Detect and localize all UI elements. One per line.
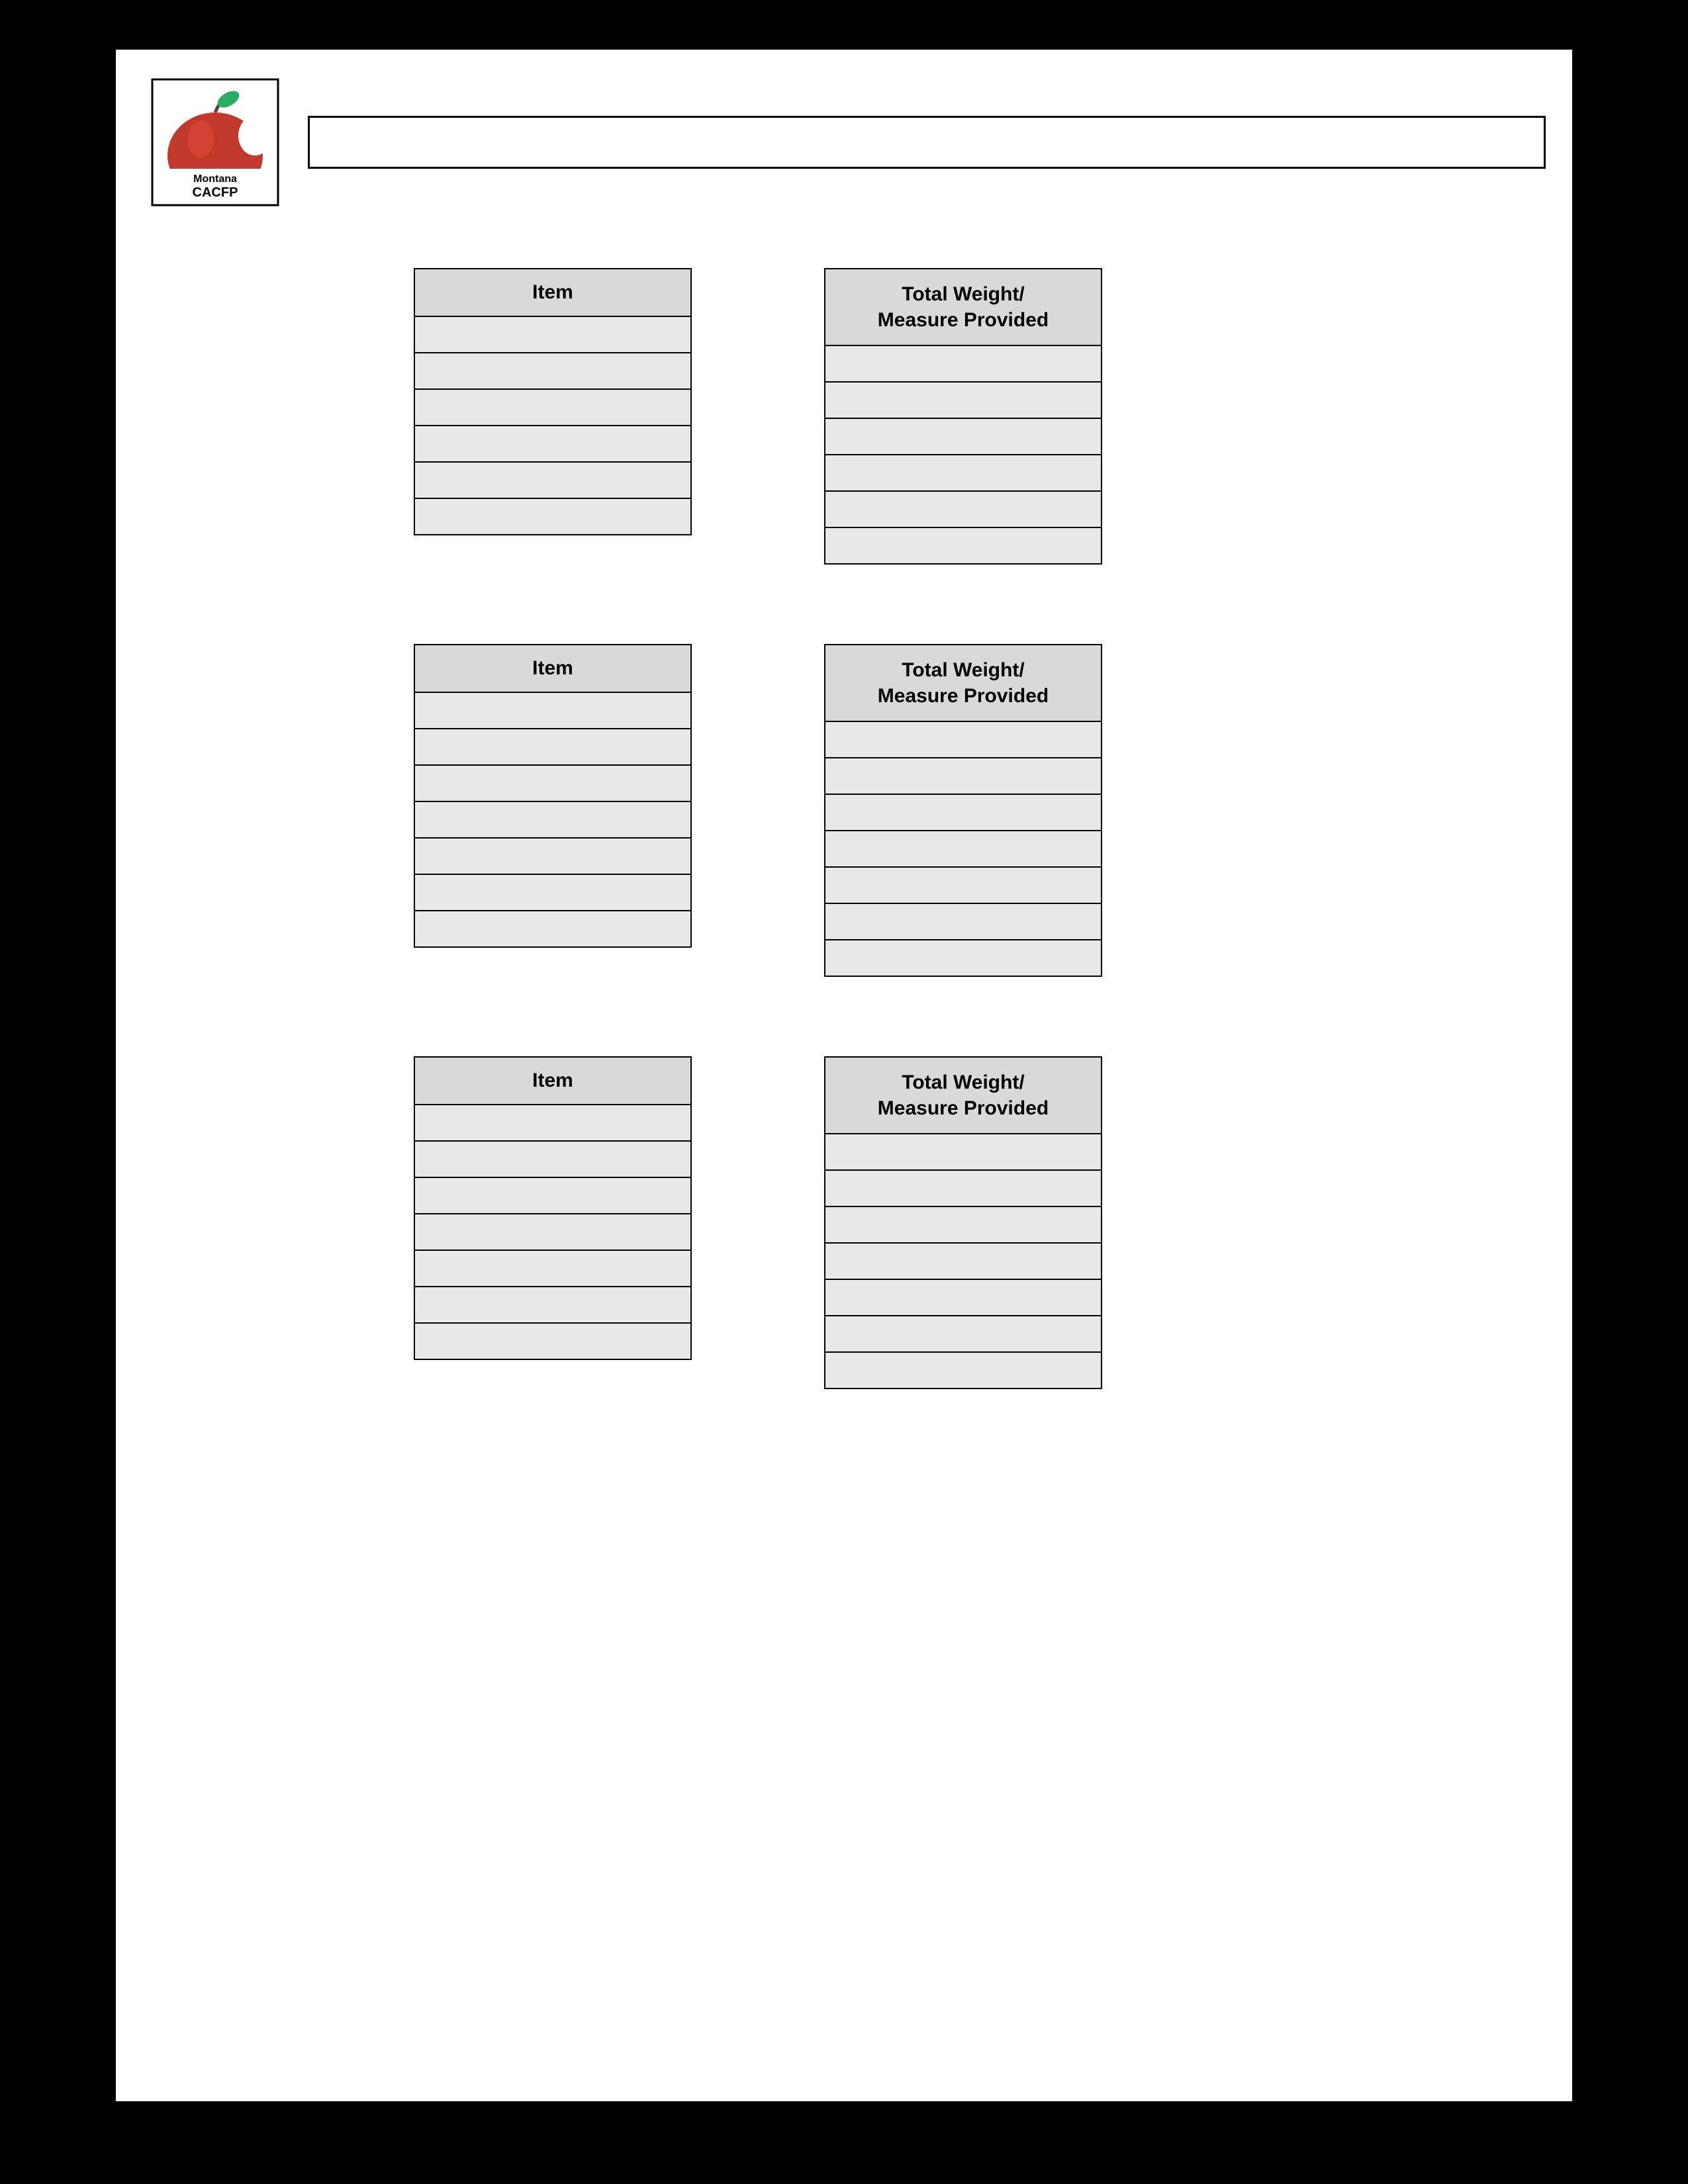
item-table-3: Item: [414, 1056, 692, 1360]
table-row: [825, 527, 1102, 564]
section-block-2: Item: [182, 644, 1506, 977]
table-row: [414, 1141, 691, 1177]
table-row: [414, 353, 691, 389]
weight-table-1: Total Weight/ Measure Provided: [824, 268, 1102, 565]
item-table-1: Item: [414, 268, 692, 535]
tables-area-2: Item: [414, 644, 1506, 977]
table-row: [825, 903, 1102, 940]
table-row: [825, 491, 1102, 527]
weight-table-2-header: Total Weight/ Measure Provided: [825, 645, 1102, 721]
page: Montana CACFP Item: [116, 50, 1572, 2101]
table-row: [414, 911, 691, 947]
table-row: [414, 1177, 691, 1214]
tables-row-2: Item: [182, 644, 1506, 977]
table-row: [414, 1323, 691, 1359]
item-table-3-header: Item: [414, 1057, 691, 1105]
header-title-box: [308, 116, 1546, 169]
table-row: [414, 765, 691, 801]
table-row: [414, 389, 691, 426]
table-row: [825, 1243, 1102, 1279]
table-row: [825, 758, 1102, 794]
table-row: [414, 1287, 691, 1323]
table-row: [414, 838, 691, 874]
item-table-1-header: Item: [414, 269, 691, 316]
table-row: [414, 316, 691, 353]
table-row: [825, 1206, 1102, 1243]
section-block-1: Item: [182, 268, 1506, 565]
table-row: [825, 1316, 1102, 1352]
table-row: [414, 692, 691, 729]
tables-row-3: Item: [182, 1056, 1506, 1389]
table-row: [414, 1105, 691, 1141]
svg-text:CACFP: CACFP: [193, 185, 238, 200]
header: Montana CACFP: [116, 50, 1572, 228]
table-row: [414, 874, 691, 911]
table-row: [414, 801, 691, 838]
table-row: [825, 794, 1102, 831]
table-row: [825, 418, 1102, 455]
table-row: [825, 867, 1102, 903]
table-row: [414, 729, 691, 765]
table-row: [825, 382, 1102, 418]
svg-text:Montana: Montana: [193, 173, 237, 185]
table-row: [414, 426, 691, 462]
table-row: [825, 1170, 1102, 1206]
table-row: [825, 721, 1102, 758]
weight-table-2: Total Weight/ Measure Provided: [824, 644, 1102, 977]
weight-table-3: Total Weight/ Measure Provided: [824, 1056, 1102, 1389]
logo-container: Montana CACFP: [142, 69, 288, 215]
item-table-2: Item: [414, 644, 692, 948]
table-row: [825, 831, 1102, 867]
table-row: [825, 1134, 1102, 1170]
item-table-2-header: Item: [414, 645, 691, 692]
table-row: [414, 462, 691, 498]
table-row: [825, 1352, 1102, 1388]
tables-area-3: Item: [414, 1056, 1506, 1389]
weight-table-3-header: Total Weight/ Measure Provided: [825, 1057, 1102, 1134]
tables-row-1: Item: [182, 268, 1506, 565]
logo: Montana CACFP: [149, 76, 281, 208]
weight-table-1-header: Total Weight/ Measure Provided: [825, 269, 1102, 345]
table-row: [825, 940, 1102, 976]
section-block-3: Item: [182, 1056, 1506, 1389]
table-row: [414, 1214, 691, 1250]
table-row: [414, 1250, 691, 1287]
table-row: [825, 455, 1102, 491]
table-row: [825, 345, 1102, 382]
table-row: [825, 1279, 1102, 1316]
tables-area-1: Item: [414, 268, 1506, 565]
main-content: Item: [116, 228, 1572, 1429]
table-row: [414, 498, 691, 535]
